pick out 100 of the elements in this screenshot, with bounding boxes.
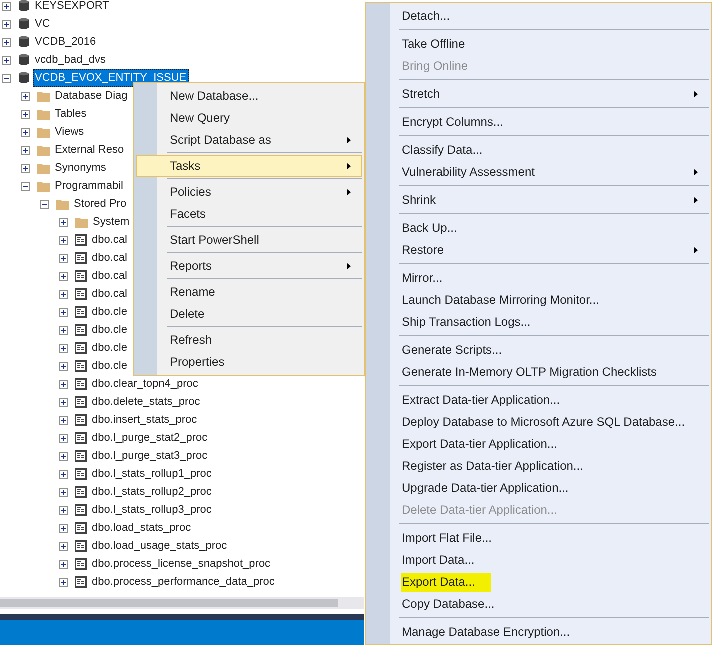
menu-item[interactable]: Generate Scripts... (368, 339, 709, 361)
menu-item[interactable]: Upgrade Data-tier Application... (368, 477, 709, 499)
menu-item[interactable]: Copy Database... (368, 593, 709, 615)
tree-item[interactable]: vcdb_bad_dvs (33, 51, 108, 69)
tree-item[interactable]: dbo.process_license_snapshot_proc (90, 555, 273, 573)
tree-item[interactable]: dbo.cal (90, 249, 130, 267)
tree-item[interactable]: dbo.cle (90, 303, 130, 321)
menu-item[interactable]: Launch Database Mirroring Monitor... (368, 289, 709, 311)
menu-item[interactable]: Import Flat File... (368, 527, 709, 549)
menu-item[interactable]: Policies (136, 181, 362, 203)
tree-item[interactable]: dbo.insert_stats_proc (90, 411, 200, 429)
expand-icon[interactable] (59, 470, 68, 478)
menu-item[interactable]: Rename (136, 281, 362, 303)
expand-icon[interactable] (59, 344, 68, 352)
expand-icon[interactable] (59, 290, 68, 298)
menu-item[interactable]: Manage Database Encryption... (368, 621, 709, 643)
expand-icon[interactable] (59, 218, 68, 226)
expand-icon[interactable] (59, 326, 68, 334)
tree-item[interactable]: dbo.clear_topn4_proc (90, 375, 200, 393)
tree-item[interactable]: Database Diag (53, 87, 130, 105)
tree-item[interactable]: Tables (53, 105, 89, 123)
tree-item[interactable]: dbo.l_stats_rollup1_proc (90, 465, 214, 483)
menu-item[interactable]: Classify Data... (368, 139, 709, 161)
menu-item[interactable]: Restore (368, 239, 709, 261)
tree-item[interactable]: dbo.l_stats_rollup2_proc (90, 483, 214, 501)
collapse-icon[interactable] (2, 74, 11, 82)
collapse-icon[interactable] (21, 182, 30, 190)
menu-item[interactable]: Shrink (368, 189, 709, 211)
expand-icon[interactable] (2, 38, 11, 46)
scrollbar-thumb[interactable] (0, 599, 338, 607)
tree-item[interactable]: dbo.l_purge_stat2_proc (90, 429, 210, 447)
tree-item[interactable]: VCDB_EVOX_ENTITY_ISSUE (33, 69, 189, 87)
expand-icon[interactable] (2, 2, 11, 10)
tree-item[interactable]: VCDB_2016 (33, 33, 98, 51)
expand-icon[interactable] (59, 488, 68, 496)
tree-item[interactable]: dbo.l_stats_rollup3_proc (90, 501, 214, 519)
expand-icon[interactable] (21, 146, 30, 154)
tree-item[interactable]: dbo.delete_stats_proc (90, 393, 202, 411)
tree-item[interactable]: Views (53, 123, 86, 141)
tree-item[interactable]: Programmabil (53, 177, 126, 195)
tree-item[interactable]: dbo.load_stats_proc (90, 519, 194, 537)
expand-icon[interactable] (59, 524, 68, 532)
menu-item[interactable]: Stretch (368, 83, 709, 105)
tree-item[interactable]: VC (33, 15, 52, 33)
menu-item[interactable]: Delete (136, 303, 362, 325)
tree-item[interactable]: dbo.cal (90, 267, 130, 285)
expand-icon[interactable] (59, 236, 68, 244)
menu-item[interactable]: Back Up... (368, 217, 709, 239)
menu-item[interactable]: Register as Data-tier Application... (368, 455, 709, 477)
tree-item[interactable]: dbo.cle (90, 357, 130, 375)
expand-icon[interactable] (59, 434, 68, 442)
menu-item[interactable]: Properties (136, 351, 362, 373)
tree-item[interactable]: dbo.cal (90, 285, 130, 303)
expand-icon[interactable] (21, 92, 30, 100)
expand-icon[interactable] (21, 128, 30, 136)
menu-item[interactable]: Start PowerShell (136, 229, 362, 251)
menu-item[interactable]: Generate In-Memory OLTP Migration Checklists (368, 361, 709, 383)
menu-item[interactable]: Export Data... (368, 571, 709, 593)
menu-item[interactable]: Tasks (136, 155, 362, 177)
tree-item[interactable]: External Reso (53, 141, 126, 159)
expand-icon[interactable] (59, 380, 68, 388)
menu-item[interactable]: New Database... (136, 85, 362, 107)
expand-icon[interactable] (59, 560, 68, 568)
expand-icon[interactable] (59, 416, 68, 424)
tree-item[interactable]: Synonyms (53, 159, 108, 177)
expand-icon[interactable] (21, 164, 30, 172)
collapse-icon[interactable] (40, 200, 49, 208)
tree-item[interactable]: dbo.l_purge_stat3_proc (90, 447, 210, 465)
tree-item[interactable]: dbo.load_usage_stats_proc (90, 537, 230, 555)
menu-item[interactable]: Export Data-tier Application... (368, 433, 709, 455)
expand-icon[interactable] (2, 20, 11, 28)
tree-item[interactable]: dbo.process_performance_data_proc (90, 573, 277, 591)
tree-item[interactable]: dbo.cal (90, 231, 130, 249)
tree-item[interactable]: Stored Pro (72, 195, 129, 213)
expand-icon[interactable] (59, 272, 68, 280)
expand-icon[interactable] (59, 542, 68, 550)
expand-icon[interactable] (59, 452, 68, 460)
menu-item[interactable]: Reports (136, 255, 362, 277)
expand-icon[interactable] (59, 578, 68, 586)
menu-item[interactable]: Encrypt Columns... (368, 111, 709, 133)
expand-icon[interactable] (2, 56, 11, 64)
expand-icon[interactable] (21, 110, 30, 118)
menu-item[interactable]: Take Offline (368, 33, 709, 55)
menu-item[interactable]: Deploy Database to Microsoft Azure SQL Database... (368, 411, 709, 433)
menu-item[interactable]: Detach... (368, 5, 709, 27)
menu-item[interactable]: Refresh (136, 329, 362, 351)
tree-item[interactable]: System (91, 213, 132, 231)
menu-item[interactable]: Extract Data-tier Application... (368, 389, 709, 411)
menu-item[interactable]: Facets (136, 203, 362, 225)
expand-icon[interactable] (59, 362, 68, 370)
menu-item[interactable]: New Query (136, 107, 362, 129)
menu-item[interactable]: Mirror... (368, 267, 709, 289)
expand-icon[interactable] (59, 506, 68, 514)
expand-icon[interactable] (59, 308, 68, 316)
tree-item[interactable]: KEYSEXPORT (33, 0, 112, 15)
tree-item[interactable]: dbo.cle (90, 339, 130, 357)
menu-item[interactable]: Import Data... (368, 549, 709, 571)
menu-item[interactable]: Script Database as (136, 129, 362, 151)
tree-item[interactable]: dbo.cle (90, 321, 130, 339)
menu-item[interactable]: Ship Transaction Logs... (368, 311, 709, 333)
